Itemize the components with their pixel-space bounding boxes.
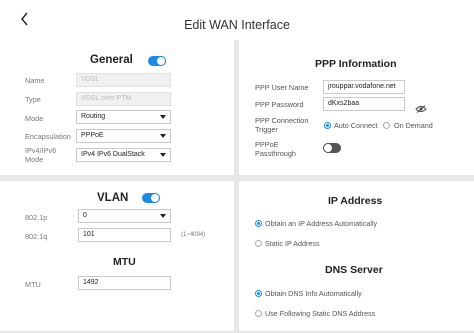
dns-static-radio[interactable] <box>255 310 262 317</box>
ppp-title: PPP Information <box>315 58 397 70</box>
encapsulation-label: Encapsulation <box>25 132 71 141</box>
auto-connect-radio[interactable] <box>324 122 331 129</box>
ip-mode-value: IPv4 IPv6 DualStack <box>81 151 145 158</box>
name-field: VDSL <box>76 73 171 87</box>
mtu-label: MTU <box>25 280 41 289</box>
ip-dns-panel: IP Address Obtain an IP Address Automati… <box>239 181 474 331</box>
type-field: VDSL over PTM <box>76 92 171 106</box>
toggle-knob <box>150 193 160 203</box>
8021q-hint: (1~4094) <box>181 232 206 238</box>
mode-value: Routing <box>81 113 106 120</box>
type-label: Type <box>25 95 41 104</box>
dns-auto-label: Obtain DNS Info Automatically <box>265 289 362 298</box>
mode-label: Mode <box>25 114 44 123</box>
general-title: General <box>90 54 133 66</box>
vlan-panel: VLAN 802.1p 0 802.1q 101 (1~4094) MTU MT… <box>0 181 234 331</box>
dns-title: DNS Server <box>325 264 383 276</box>
passthrough-toggle[interactable] <box>323 143 341 153</box>
8021p-value: 0 <box>83 212 87 219</box>
chevron-down-icon <box>160 115 166 119</box>
8021p-label: 802.1p <box>25 213 48 222</box>
ppp-trigger-label-line2: Trigger <box>255 125 278 134</box>
ip-mode-select[interactable]: IPv4 IPv6 DualStack <box>76 148 171 162</box>
general-toggle[interactable] <box>148 56 166 66</box>
ip-static-label: Static IP Address <box>265 239 320 248</box>
passthrough-label-line1: PPPoE <box>255 140 279 149</box>
on-demand-label: On Demand <box>394 121 433 130</box>
mtu-input[interactable]: 1492 <box>78 276 171 290</box>
top-bar: Edit WAN Interface <box>0 0 474 40</box>
ppp-panel: PPP Information PPP User Name jrouppar.v… <box>239 40 474 175</box>
ppp-trigger-label-line1: PPP Connection <box>255 116 309 125</box>
8021q-label: 802.1q <box>25 232 48 241</box>
chevron-down-icon <box>160 214 166 218</box>
vlan-title: VLAN <box>97 192 129 204</box>
ip-static-radio[interactable] <box>255 240 262 247</box>
ppp-user-label: PPP User Name <box>255 83 309 92</box>
auto-connect-label: Auto Connect <box>334 121 378 130</box>
toggle-knob <box>323 143 333 153</box>
ip-mode-label-line1: IPv4/IPv6 <box>25 146 57 155</box>
dns-static-label: Use Following Static DNS Address <box>265 309 376 318</box>
eye-off-icon[interactable] <box>415 100 427 113</box>
mode-select[interactable]: Routing <box>76 110 171 124</box>
encapsulation-select[interactable]: PPPoE <box>76 129 171 143</box>
mtu-title: MTU <box>113 256 136 268</box>
ip-mode-label-line2: Mode <box>25 155 44 164</box>
page-title: Edit WAN Interface <box>184 18 290 32</box>
ip-address-title: IP Address <box>328 195 383 207</box>
name-label: Name <box>25 76 45 85</box>
ip-auto-radio[interactable] <box>255 220 262 227</box>
chevron-down-icon <box>160 134 166 138</box>
dns-auto-radio[interactable] <box>255 290 262 297</box>
8021q-input[interactable]: 101 <box>78 228 171 242</box>
ppp-user-input[interactable]: jrouppar.vodafone.net <box>323 80 405 94</box>
8021p-select[interactable]: 0 <box>78 209 171 223</box>
ppp-password-label: PPP Password <box>255 100 304 109</box>
passthrough-label-line2: Passthrough <box>255 149 296 158</box>
chevron-down-icon <box>160 153 166 157</box>
ip-auto-label: Obtain an IP Address Automatically <box>265 219 378 228</box>
general-panel: General Name VDSL Type VDSL over PTM Mod… <box>0 40 234 175</box>
on-demand-radio[interactable] <box>383 122 390 129</box>
toggle-knob <box>156 56 166 66</box>
vlan-toggle[interactable] <box>142 193 160 203</box>
encapsulation-value: PPPoE <box>81 132 104 139</box>
ppp-password-input[interactable]: dKxs2baa <box>323 97 405 111</box>
